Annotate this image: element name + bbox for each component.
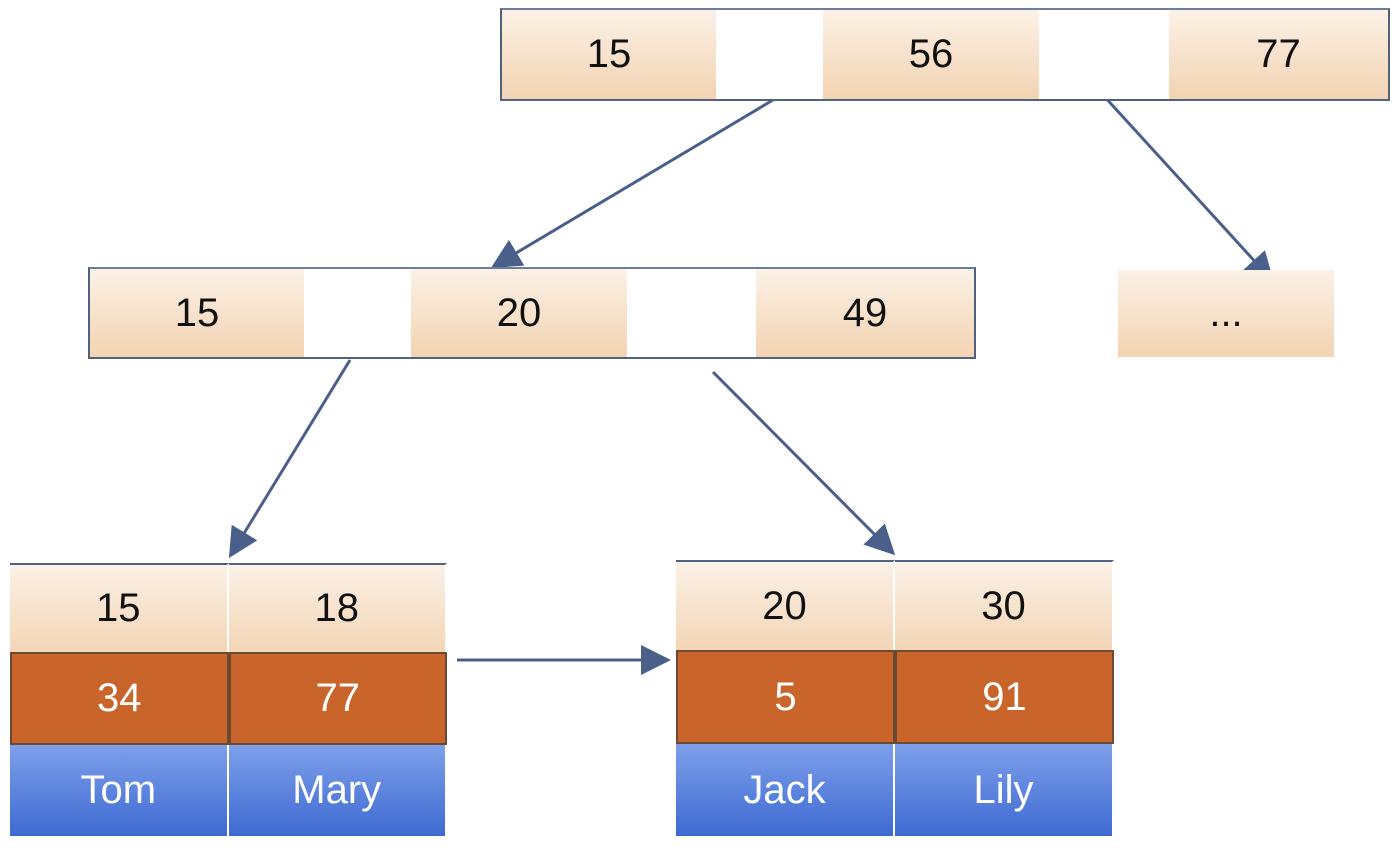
leaf-name: Mary: [228, 745, 447, 836]
root-pointer-slot: [716, 10, 823, 99]
leaf-node-left: 15 18 34 77 Tom Mary: [10, 563, 447, 836]
leaf-value: 91: [895, 650, 1114, 744]
leaf-key: 18: [228, 563, 447, 652]
internal-key: 15: [90, 269, 304, 357]
leaf-name: Jack: [676, 744, 895, 836]
sibling-node: ...: [1118, 270, 1334, 357]
root-pointer-slot: [1039, 10, 1169, 99]
leaf-name: Lily: [895, 744, 1114, 836]
leaf-key: 15: [10, 563, 229, 652]
leaf-value: 77: [228, 652, 447, 745]
leaf-node-right: 20 30 5 91 Jack Lily: [676, 560, 1114, 836]
root-key: 77: [1169, 10, 1388, 99]
root-key: 56: [823, 10, 1039, 99]
internal-node: 15 20 49: [88, 267, 976, 359]
internal-key: 20: [411, 269, 627, 357]
arrow-root-to-internal: [490, 98, 774, 269]
leaf-value: 5: [676, 650, 895, 744]
leaf-key: 30: [895, 560, 1114, 650]
arrow-internal-to-leaf-right: [711, 370, 896, 556]
root-key: 15: [502, 10, 716, 99]
leaf-name: Tom: [10, 745, 229, 836]
arrow-root-to-sibling: [1101, 93, 1275, 283]
arrow-internal-to-leaf-left: [228, 359, 352, 559]
root-node: 15 56 77: [500, 8, 1390, 101]
bplus-tree-diagram: 15 56 77 15 20 49 ... 15 18 34 77 Tom Ma…: [0, 0, 1400, 853]
internal-pointer-slot: [627, 269, 756, 357]
internal-pointer-slot: [304, 269, 411, 357]
internal-key: 49: [756, 269, 974, 357]
leaf-key: 20: [676, 560, 895, 650]
leaf-value: 34: [10, 652, 229, 745]
